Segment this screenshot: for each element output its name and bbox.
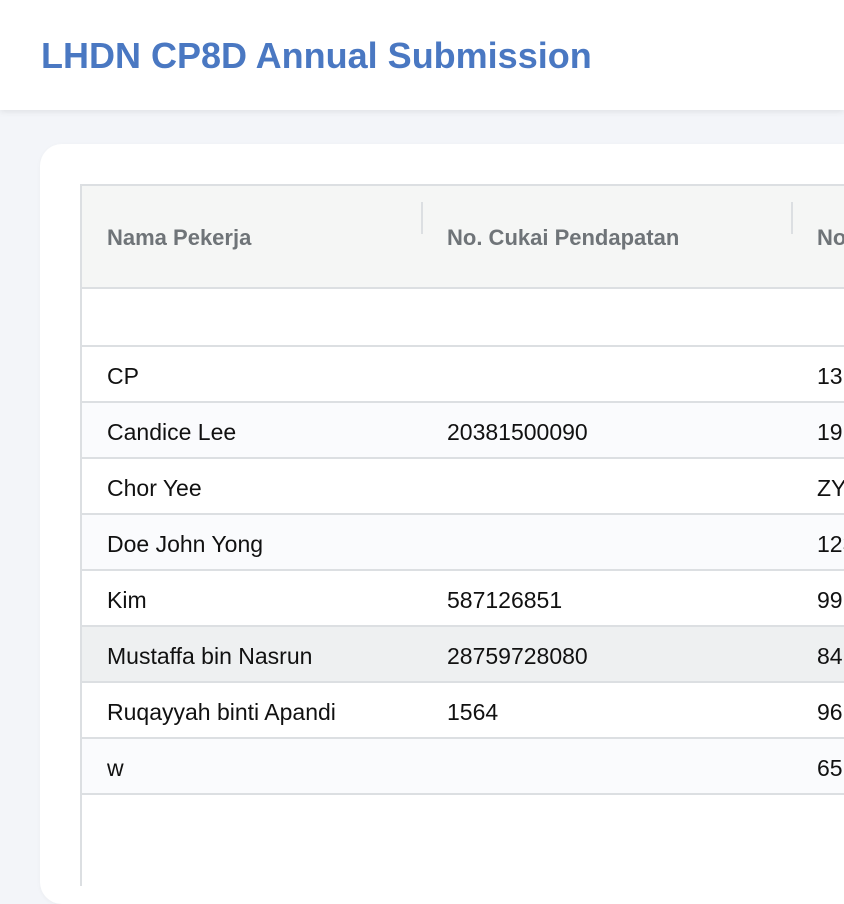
table-row[interactable]: Ruqayyah binti Apandi 1564 96 [82, 683, 844, 739]
cell-third-column: 84 [817, 643, 843, 669]
column-header-nama-pekerja[interactable]: Nama Pekerja [107, 186, 251, 287]
cell-name: Candice Lee [107, 419, 237, 445]
cell-third-column: 123 [817, 531, 844, 557]
cell-third-column: 65 [817, 755, 843, 781]
cell-name: Doe John Yong [107, 531, 264, 557]
cell-third-column: 19 [817, 419, 843, 445]
table-row[interactable]: Candice Lee 20381500090 19 [82, 403, 844, 459]
cell-third-column: 99 [817, 587, 843, 613]
cell-name: Ruqayyah binti Apandi [107, 699, 336, 725]
cell-tax-number: 28759728080 [447, 643, 588, 669]
column-header-third[interactable]: No [817, 186, 844, 287]
table-row[interactable]: w 65 [82, 739, 844, 795]
cell-name: Chor Yee [107, 475, 202, 501]
cell-tax-number: 1564 [447, 699, 499, 725]
table-row-hovered[interactable]: Mustaffa bin Nasrun 28759728080 84 [82, 627, 844, 683]
cell-name: Kim [107, 587, 147, 613]
column-header-no-cukai-pendapatan[interactable]: No. Cukai Pendapatan [447, 186, 679, 287]
cell-name: Mustaffa bin Nasrun [107, 643, 313, 669]
filter-row[interactable] [82, 289, 844, 347]
cell-third-column: 96 [817, 699, 843, 725]
page-title: LHDN CP8D Annual Submission [41, 35, 592, 76]
cell-third-column: ZY [817, 475, 844, 501]
column-resize-handle[interactable] [791, 202, 793, 234]
cell-tax-number: 587126851 [447, 587, 563, 613]
table-header: Nama Pekerja No. Cukai Pendapatan No [82, 186, 844, 289]
cell-name: w [107, 755, 124, 781]
table-row[interactable]: Doe John Yong 123 [82, 515, 844, 571]
employee-table: Nama Pekerja No. Cukai Pendapatan No CP … [80, 184, 844, 886]
table-row[interactable]: Kim 587126851 99 [82, 571, 844, 627]
table-row[interactable]: CP 131 [82, 347, 844, 403]
column-resize-handle[interactable] [421, 202, 423, 234]
cell-name: CP [107, 363, 139, 389]
table-row[interactable]: Chor Yee ZY [82, 459, 844, 515]
top-bar: LHDN CP8D Annual Submission [0, 0, 844, 110]
cell-tax-number: 20381500090 [447, 419, 588, 445]
cell-third-column: 131 [817, 363, 844, 389]
